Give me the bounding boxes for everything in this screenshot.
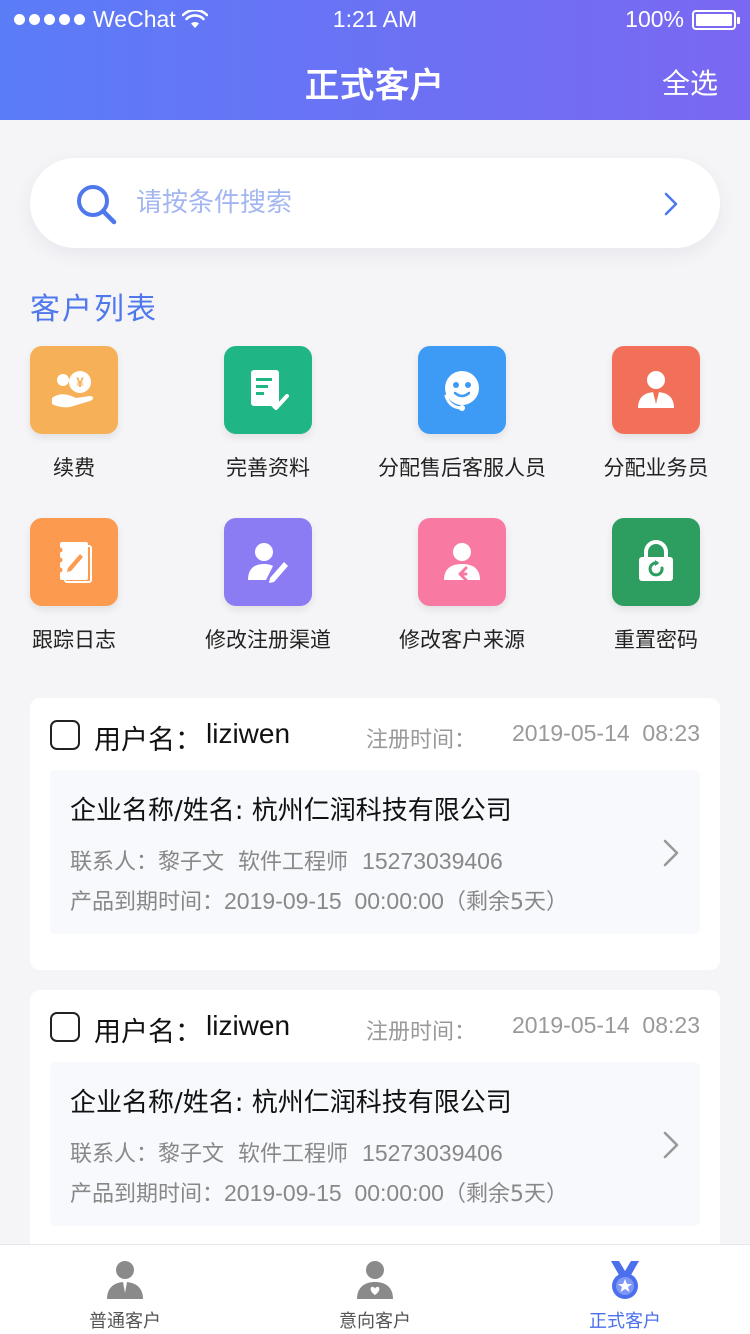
action-label: 完善资料	[226, 456, 310, 480]
action-edit-source[interactable]: 修改客户来源	[365, 518, 559, 654]
company-label: 企业名称/姓名:	[70, 796, 244, 826]
customer-card-header: 用户名： liziwen 注册时间： 2019-05-14 08:23	[30, 698, 720, 770]
remaining-days: （剩余5天）	[443, 1182, 568, 1207]
action-label: 修改注册渠道	[205, 628, 331, 652]
username-label: 用户名：	[94, 725, 202, 756]
action-label: 重置密码	[614, 628, 698, 652]
tab-label: 普通客户	[89, 1311, 161, 1332]
action-renew[interactable]: ¥ 续费	[0, 346, 171, 482]
action-tracking-log[interactable]: 跟踪日志	[0, 518, 171, 654]
contact-label: 联系人：	[70, 850, 159, 875]
action-edit-channel-tile[interactable]	[224, 518, 312, 606]
tab-regular-customer[interactable]: 普通客户	[0, 1245, 250, 1334]
action-renew-tile[interactable]: ¥	[30, 346, 118, 434]
company-label: 企业名称/姓名:	[70, 1088, 244, 1118]
tab-prospect-customer[interactable]: 意向客户	[250, 1245, 500, 1334]
contact-title: 软件工程师	[238, 1142, 349, 1167]
customer-service-icon	[444, 371, 479, 411]
action-label: 分配业务员	[603, 456, 709, 480]
contact-label: 联系人：	[70, 1142, 159, 1167]
remaining-days: （剩余5天）	[443, 890, 568, 915]
action-assign-service[interactable]: 分配售后客服人员	[365, 346, 559, 482]
header: WeChat 1:21 AM 100% 正式客户 全选	[0, 0, 750, 120]
customer-checkbox[interactable]	[50, 1012, 80, 1042]
company-line: 企业名称/姓名: 杭州仁润科技有限公司	[70, 790, 512, 827]
customer-detail[interactable]: 企业名称/姓名: 杭州仁润科技有限公司 联系人：黎子文 软件工程师 15273039…	[50, 770, 700, 934]
expire-label: 产品到期时间：	[70, 1182, 225, 1207]
regular-customer-icon	[107, 1261, 143, 1299]
renew-money-icon: ¥	[52, 371, 93, 408]
register-time-label: 注册时间：	[366, 728, 477, 753]
company-name: 杭州仁润科技有限公司	[251, 796, 512, 826]
username-label: 用户名：	[94, 1017, 202, 1048]
reset-lock-icon	[639, 540, 673, 581]
tab-label: 正式客户	[589, 1311, 661, 1332]
company-line: 企业名称/姓名: 杭州仁润科技有限公司	[70, 1082, 512, 1119]
expire-line: 产品到期时间：2019-09-15 00:00:00（剩余5天）	[70, 1176, 568, 1208]
section-title: 客户列表	[30, 292, 158, 327]
contact-phone: 15273039406	[362, 1140, 503, 1166]
search-icon	[77, 185, 117, 225]
action-label: 跟踪日志	[32, 628, 116, 652]
tab-formal-customer[interactable]: 正式客户	[500, 1245, 750, 1334]
expire-time: 2019-09-15 00:00:00	[224, 888, 444, 914]
contact-name: 黎子文	[158, 1142, 225, 1167]
customer-card[interactable]: 用户名： liziwen 注册时间： 2019-05-14 08:23 企业名称…	[30, 698, 720, 970]
action-complete-profile-tile[interactable]	[224, 346, 312, 434]
prospect-customer-icon	[357, 1261, 393, 1299]
notebook-icon	[57, 542, 92, 583]
chevron-right-icon[interactable]	[662, 838, 680, 868]
search-bar[interactable]	[30, 158, 720, 248]
document-check-icon	[251, 370, 289, 410]
bottom-tab-bar: 普通客户 意向客户 正式客户	[0, 1244, 750, 1334]
register-time-label: 注册时间：	[366, 1020, 477, 1045]
username-value: liziwen	[206, 1010, 291, 1041]
contact-phone: 15273039406	[362, 848, 503, 874]
expire-label: 产品到期时间：	[70, 890, 225, 915]
battery-icon	[692, 9, 740, 30]
tab-label: 意向客户	[339, 1311, 411, 1332]
action-assign-salesman[interactable]: 分配业务员	[559, 346, 750, 482]
action-complete-profile[interactable]: 完善资料	[171, 346, 365, 482]
salesman-icon	[638, 371, 674, 408]
contact-line: 联系人：黎子文 软件工程师 15273039406	[70, 1136, 517, 1168]
select-all-button[interactable]: 全选	[662, 62, 718, 102]
action-label: 分配售后客服人员	[378, 456, 546, 480]
action-assign-service-tile[interactable]	[418, 346, 506, 434]
action-reset-password[interactable]: 重置密码	[559, 518, 750, 654]
action-edit-channel[interactable]: 修改注册渠道	[171, 518, 365, 654]
customer-card-header: 用户名： liziwen 注册时间： 2019-05-14 08:23	[30, 990, 720, 1062]
register-time-value: 2019-05-14 08:23	[512, 720, 700, 746]
action-tracking-log-tile[interactable]	[30, 518, 118, 606]
action-edit-source-tile[interactable]	[418, 518, 506, 606]
company-name: 杭州仁润科技有限公司	[251, 1088, 512, 1118]
customer-detail[interactable]: 企业名称/姓名: 杭州仁润科技有限公司 联系人：黎子文 软件工程师 15273039…	[50, 1062, 700, 1226]
action-label: 续费	[53, 456, 95, 480]
formal-customer-medal-icon	[611, 1261, 639, 1299]
customer-checkbox[interactable]	[50, 720, 80, 750]
user-edit-icon	[248, 543, 288, 583]
status-right: 100%	[625, 6, 740, 33]
username-value: liziwen	[206, 718, 291, 749]
status-bar: WeChat 1:21 AM 100%	[0, 0, 750, 38]
expire-time: 2019-09-15 00:00:00	[224, 1180, 444, 1206]
chevron-right-icon[interactable]	[662, 190, 680, 218]
chevron-right-icon[interactable]	[662, 1130, 680, 1160]
battery-percent: 100%	[625, 6, 684, 32]
search-input[interactable]	[136, 180, 636, 226]
expire-line: 产品到期时间：2019-09-15 00:00:00（剩余5天）	[70, 884, 568, 916]
page-title: 正式客户	[305, 66, 445, 106]
svg-text:¥: ¥	[76, 374, 84, 390]
contact-line: 联系人：黎子文 软件工程师 15273039406	[70, 844, 517, 876]
action-label: 修改客户来源	[399, 628, 525, 652]
contact-title: 软件工程师	[238, 850, 349, 875]
action-reset-password-tile[interactable]	[612, 518, 700, 606]
contact-name: 黎子文	[158, 850, 225, 875]
register-time-value: 2019-05-14 08:23	[512, 1012, 700, 1038]
action-assign-salesman-tile[interactable]	[612, 346, 700, 434]
customer-card[interactable]: 用户名： liziwen 注册时间： 2019-05-14 08:23 企业名称…	[30, 990, 720, 1262]
user-source-icon	[444, 543, 480, 582]
